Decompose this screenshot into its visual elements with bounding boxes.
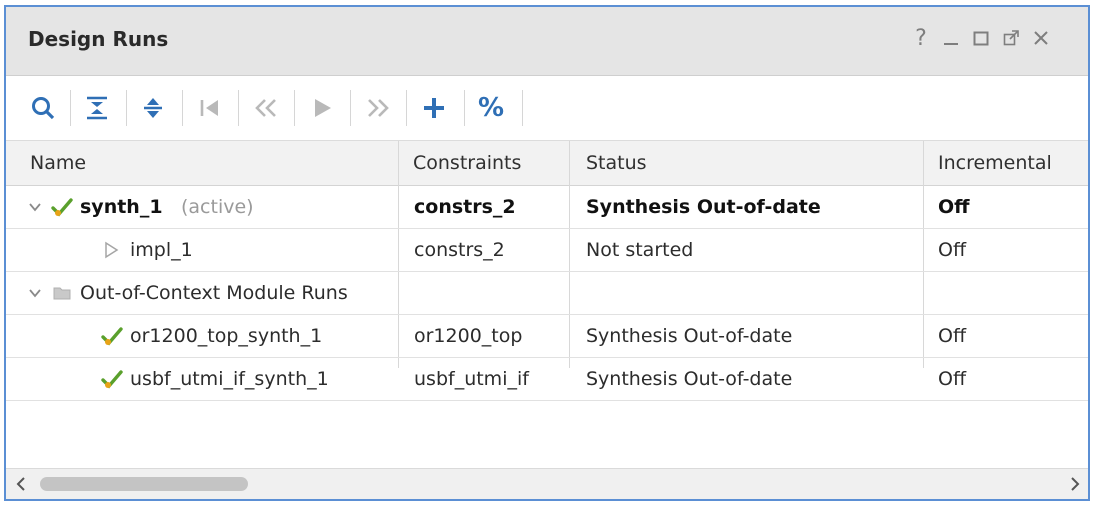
run-incremental: Off: [938, 239, 967, 261]
next-icon[interactable]: [359, 88, 397, 128]
runs-toolbar: %: [6, 76, 1088, 141]
run-incremental: Off: [938, 325, 967, 347]
column-header-status[interactable]: Status: [586, 141, 647, 185]
table-row[interactable]: impl_1 constrs_2 Not started Off: [6, 229, 1088, 272]
scrollbar-thumb[interactable]: [40, 477, 248, 491]
minimize-icon[interactable]: [938, 21, 964, 55]
panel-titlebar: Design Runs ?: [6, 7, 1088, 76]
run-constraints: constrs_2: [414, 239, 505, 261]
run-name: usbf_utmi_if_synth_1: [130, 368, 329, 390]
column-header-incremental[interactable]: Incremental: [938, 141, 1052, 185]
close-icon[interactable]: [1028, 21, 1054, 55]
checkmark-icon: [100, 368, 124, 390]
search-icon[interactable]: [24, 88, 62, 128]
run-incremental: Off: [938, 196, 970, 218]
run-name: synth_1: [80, 196, 163, 218]
float-icon[interactable]: [998, 21, 1024, 55]
column-header-name[interactable]: Name: [30, 141, 86, 185]
help-icon[interactable]: ?: [908, 21, 934, 55]
percent-label: %: [477, 93, 505, 123]
checkmark-icon: [50, 196, 74, 218]
checkmark-icon: [100, 325, 124, 347]
table-row[interactable]: synth_1 (active) constrs_2 Synthesis Out…: [6, 186, 1088, 229]
group-name: Out-of-Context Module Runs: [80, 282, 348, 304]
run-active-label: (active): [181, 196, 254, 218]
table-row[interactable]: usbf_utmi_if_synth_1 usbf_utmi_if Synthe…: [6, 358, 1088, 401]
collapse-all-icon[interactable]: [78, 88, 116, 128]
add-icon[interactable]: [415, 88, 453, 128]
run-status: Not started: [586, 239, 694, 261]
percent-icon[interactable]: %: [472, 88, 510, 128]
chevron-down-icon[interactable]: [26, 284, 44, 302]
scroll-right-icon[interactable]: [1066, 475, 1084, 493]
design-runs-panel: Design Runs ? % Name Constraints Status …: [4, 5, 1090, 501]
run-status: Synthesis Out-of-date: [586, 368, 793, 390]
panel-title: Design Runs: [28, 27, 169, 51]
table-header: Name Constraints Status Incremental: [6, 141, 1088, 186]
run-constraints: constrs_2: [414, 196, 516, 218]
expand-all-icon[interactable]: [134, 88, 172, 128]
group-row[interactable]: Out-of-Context Module Runs: [6, 272, 1088, 315]
first-icon[interactable]: [191, 88, 229, 128]
run-constraints: usbf_utmi_if: [414, 368, 529, 390]
folder-icon: [52, 284, 72, 302]
run-incremental: Off: [938, 368, 967, 390]
previous-icon[interactable]: [247, 88, 285, 128]
column-header-constraints[interactable]: Constraints: [413, 141, 521, 185]
table-row[interactable]: or1200_top_synth_1 or1200_top Synthesis …: [6, 315, 1088, 358]
chevron-down-icon[interactable]: [26, 198, 44, 216]
run-status: Synthesis Out-of-date: [586, 196, 821, 218]
run-name: or1200_top_synth_1: [130, 325, 323, 347]
scroll-left-icon[interactable]: [12, 475, 30, 493]
run-constraints: or1200_top: [414, 325, 523, 347]
help-label: ?: [915, 25, 927, 51]
maximize-icon[interactable]: [968, 21, 994, 55]
play-outline-icon: [102, 241, 120, 259]
run-name: impl_1: [130, 239, 193, 261]
run-status: Synthesis Out-of-date: [586, 325, 793, 347]
run-icon[interactable]: [303, 88, 341, 128]
horizontal-scrollbar[interactable]: [6, 468, 1088, 499]
